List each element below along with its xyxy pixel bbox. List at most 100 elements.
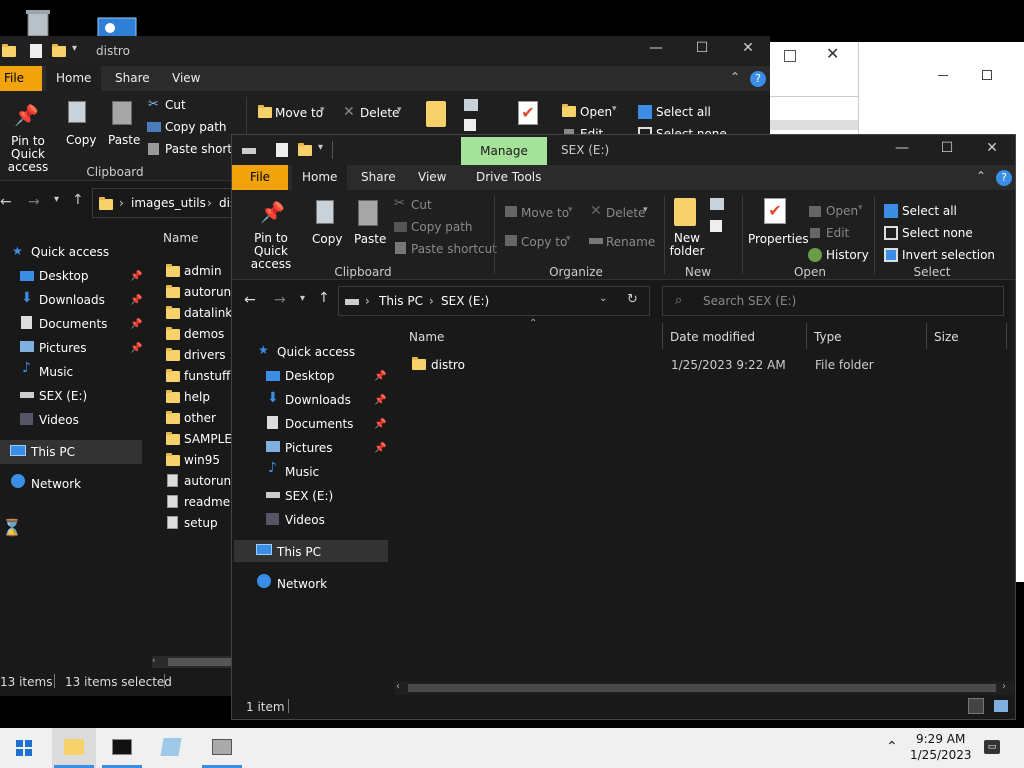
clock-date[interactable]: 1/25/2023 [910, 748, 972, 762]
new-folder-button[interactable]: New folder [668, 232, 706, 258]
column-header-type[interactable]: Type [814, 330, 842, 344]
quick-toolbar-dropdown-icon[interactable]: ▾ [72, 43, 77, 54]
column-header-date[interactable]: Date modified [670, 330, 755, 344]
copy-path-button[interactable]: Copy path [411, 220, 473, 234]
tab-share[interactable]: Share [351, 165, 406, 190]
nav-documents[interactable]: Documents [39, 317, 107, 331]
large-icons-view-icon[interactable] [994, 700, 1008, 712]
properties-small-icon[interactable] [276, 143, 288, 157]
address-dropdown-icon[interactable]: ⌄ [599, 293, 607, 304]
open-button[interactable]: Open [826, 204, 858, 218]
recent-dropdown-icon[interactable]: ▾ [300, 293, 305, 304]
select-all-button[interactable]: Select all [902, 204, 957, 218]
maximize-button[interactable]: ☐ [937, 140, 957, 156]
taskbar-app-button[interactable] [150, 728, 194, 768]
control-panel-icon[interactable] [96, 16, 138, 39]
tab-drive-tools[interactable]: Drive Tools [466, 165, 551, 190]
address-bar[interactable]: › images_utils › dis [92, 188, 242, 218]
horizontal-scrollbar[interactable]: ‹ › [394, 681, 1014, 695]
maximize-icon[interactable] [784, 50, 796, 62]
rename-button[interactable]: Rename [606, 235, 655, 249]
taskbar-file-explorer-button[interactable] [52, 728, 96, 768]
minimize-icon[interactable] [938, 75, 948, 76]
breadcrumb-this-pc[interactable]: This PC [379, 294, 423, 308]
nav-network[interactable]: Network [277, 577, 327, 591]
paste-button[interactable]: Paste [108, 133, 140, 147]
nav-sex-e[interactable]: SEX (E:) [285, 489, 333, 503]
copy-button[interactable]: Copy [312, 232, 342, 246]
tab-manage[interactable]: Manage [461, 137, 547, 165]
nav-videos[interactable]: Videos [285, 513, 325, 527]
invert-selection-button[interactable]: Invert selection [902, 248, 995, 262]
nav-music[interactable]: Music [285, 465, 319, 479]
tab-home[interactable]: Home [292, 165, 348, 190]
nav-pictures[interactable]: Pictures [285, 441, 333, 455]
select-all-button[interactable]: Select all [656, 105, 711, 119]
select-none-button[interactable]: Select none [902, 226, 973, 240]
nav-music[interactable]: Music [39, 365, 73, 379]
taskbar-setup-button[interactable] [200, 728, 244, 768]
close-icon[interactable]: ✕ [826, 44, 839, 63]
nav-quick-access[interactable]: Quick access [277, 345, 355, 359]
nav-downloads[interactable]: Downloads [285, 393, 351, 407]
back-arrow-icon[interactable]: ← [244, 292, 256, 308]
up-arrow-icon[interactable]: ↑ [72, 192, 84, 208]
move-to-button[interactable]: Move to [521, 206, 569, 220]
maximize-button[interactable]: ☐ [692, 40, 712, 56]
paste-button[interactable]: Paste [354, 232, 386, 246]
history-button[interactable]: History [826, 248, 869, 262]
column-header-size[interactable]: Size [934, 330, 959, 344]
tab-view[interactable]: View [408, 165, 456, 190]
paste-shortcut-button[interactable]: Paste shortcut [411, 242, 497, 256]
properties-small-icon[interactable] [30, 44, 42, 58]
tab-home[interactable]: Home [46, 66, 102, 91]
search-box[interactable]: ⌕ Search SEX (E:) [662, 286, 1004, 316]
up-arrow-icon[interactable]: ↑ [318, 290, 330, 306]
delete-button[interactable]: Delete [606, 206, 645, 220]
nav-pictures[interactable]: Pictures [39, 341, 87, 355]
nav-desktop[interactable]: Desktop [39, 269, 89, 283]
nav-videos[interactable]: Videos [39, 413, 79, 427]
breadcrumb-item[interactable]: images_utils [131, 196, 206, 210]
forward-arrow-icon[interactable]: → [274, 292, 286, 308]
help-icon[interactable]: ? [750, 71, 766, 87]
copy-to-button[interactable]: Copy to [521, 235, 567, 249]
details-view-icon[interactable] [968, 698, 984, 714]
new-folder-small-icon[interactable] [52, 44, 66, 57]
column-header-name[interactable]: Name [409, 330, 444, 344]
edit-button[interactable]: Edit [826, 226, 849, 240]
show-hidden-icons-icon[interactable]: ⌃ [886, 739, 898, 755]
start-windows-icon[interactable] [16, 740, 32, 756]
chevron-up-icon[interactable]: ⌃ [730, 70, 740, 84]
breadcrumb-drive[interactable]: SEX (E:) [441, 294, 489, 308]
nav-quick-access[interactable]: Quick access [31, 245, 109, 259]
maximize-icon[interactable] [982, 70, 992, 80]
help-icon[interactable]: ? [996, 170, 1012, 186]
nav-network[interactable]: Network [31, 477, 81, 491]
cut-button[interactable]: Cut [165, 98, 186, 112]
recent-dropdown-icon[interactable]: ▾ [54, 194, 59, 205]
back-arrow-icon[interactable]: ← [0, 194, 12, 210]
horizontal-scrollbar[interactable]: ‹ [152, 656, 236, 668]
close-button[interactable]: ✕ [982, 140, 1002, 156]
chevron-up-icon[interactable]: ⌃ [976, 169, 986, 183]
new-folder-small-icon[interactable] [298, 143, 312, 156]
nav-downloads[interactable]: Downloads [39, 293, 105, 307]
address-bar[interactable]: › This PC › SEX (E:) ⌄ ↻ [338, 286, 650, 316]
open-button[interactable]: Open [580, 105, 612, 119]
recycle-bin-icon[interactable] [20, 8, 56, 38]
tab-view[interactable]: View [162, 66, 210, 91]
properties-button[interactable]: Properties [748, 232, 809, 246]
nav-sex-e[interactable]: SEX (E:) [39, 389, 87, 403]
notification-icon[interactable]: ▭ [984, 740, 1000, 754]
nav-this-pc[interactable]: This PC [277, 545, 321, 559]
tab-file[interactable]: File [0, 66, 42, 91]
close-button[interactable]: ✕ [738, 40, 758, 56]
cut-button[interactable]: Cut [411, 198, 432, 212]
tab-file[interactable]: File [232, 165, 288, 190]
clock-time[interactable]: 9:29 AM [916, 732, 965, 746]
table-row[interactable]: distro 1/25/2023 9:22 AM File folder [402, 353, 1002, 375]
quick-toolbar-dropdown-icon[interactable]: ▾ [318, 142, 323, 153]
copy-button[interactable]: Copy [66, 133, 96, 147]
nav-documents[interactable]: Documents [285, 417, 353, 431]
